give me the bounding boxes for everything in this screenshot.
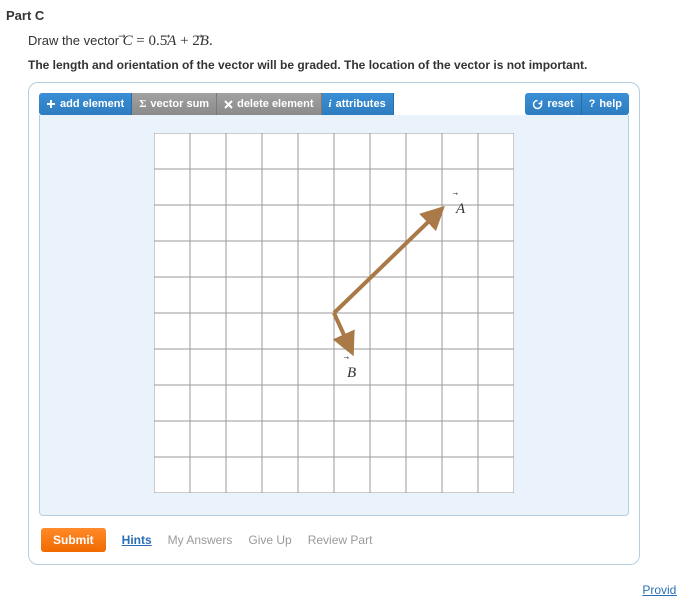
vector-panel: add element Σ vector sum delete element … <box>28 82 640 565</box>
help-label: help <box>599 98 622 110</box>
delete-element-button[interactable]: delete element <box>217 93 321 115</box>
part-title: Part C <box>6 8 677 23</box>
toolbar-spacer <box>394 93 526 115</box>
vector-b-label: ⃗B <box>347 365 356 382</box>
reset-button[interactable]: reset <box>525 93 581 115</box>
add-element-button[interactable]: add element <box>39 93 132 115</box>
provide-feedback-link[interactable]: Provide <box>6 583 677 597</box>
instruction: Draw the vector C = 0.5A + 2B. <box>28 33 677 50</box>
reset-label: reset <box>547 98 573 110</box>
action-row: Submit Hints My Answers Give Up Review P… <box>41 528 629 552</box>
give-up-link: Give Up <box>248 533 291 547</box>
review-part-link: Review Part <box>308 533 373 547</box>
my-answers-link: My Answers <box>168 533 233 547</box>
add-element-label: add element <box>60 98 124 110</box>
submit-button[interactable]: Submit <box>41 528 106 552</box>
grid-svg <box>154 133 514 493</box>
vector-grid[interactable]: ⃗A ⃗B <box>154 133 514 493</box>
canvas-area[interactable]: ⃗A ⃗B <box>39 115 629 516</box>
attributes-label: attributes <box>336 98 386 110</box>
vector-sum-button[interactable]: Σ vector sum <box>132 93 217 115</box>
attributes-button[interactable]: i attributes <box>322 93 394 115</box>
help-button[interactable]: ? help <box>582 93 629 115</box>
hints-link[interactable]: Hints <box>122 533 152 547</box>
vector-sum-label: vector sum <box>150 98 209 110</box>
info-icon: i <box>329 98 332 110</box>
sigma-icon: Σ <box>139 98 146 110</box>
delete-element-label: delete element <box>237 98 313 110</box>
vector-a-label: ⃗A <box>456 201 465 218</box>
reset-icon <box>532 99 543 110</box>
plus-icon <box>46 99 56 109</box>
question-icon: ? <box>589 98 596 110</box>
sub-instruction: The length and orientation of the vector… <box>28 58 677 72</box>
toolbar: add element Σ vector sum delete element … <box>39 93 629 115</box>
x-icon <box>224 100 233 109</box>
